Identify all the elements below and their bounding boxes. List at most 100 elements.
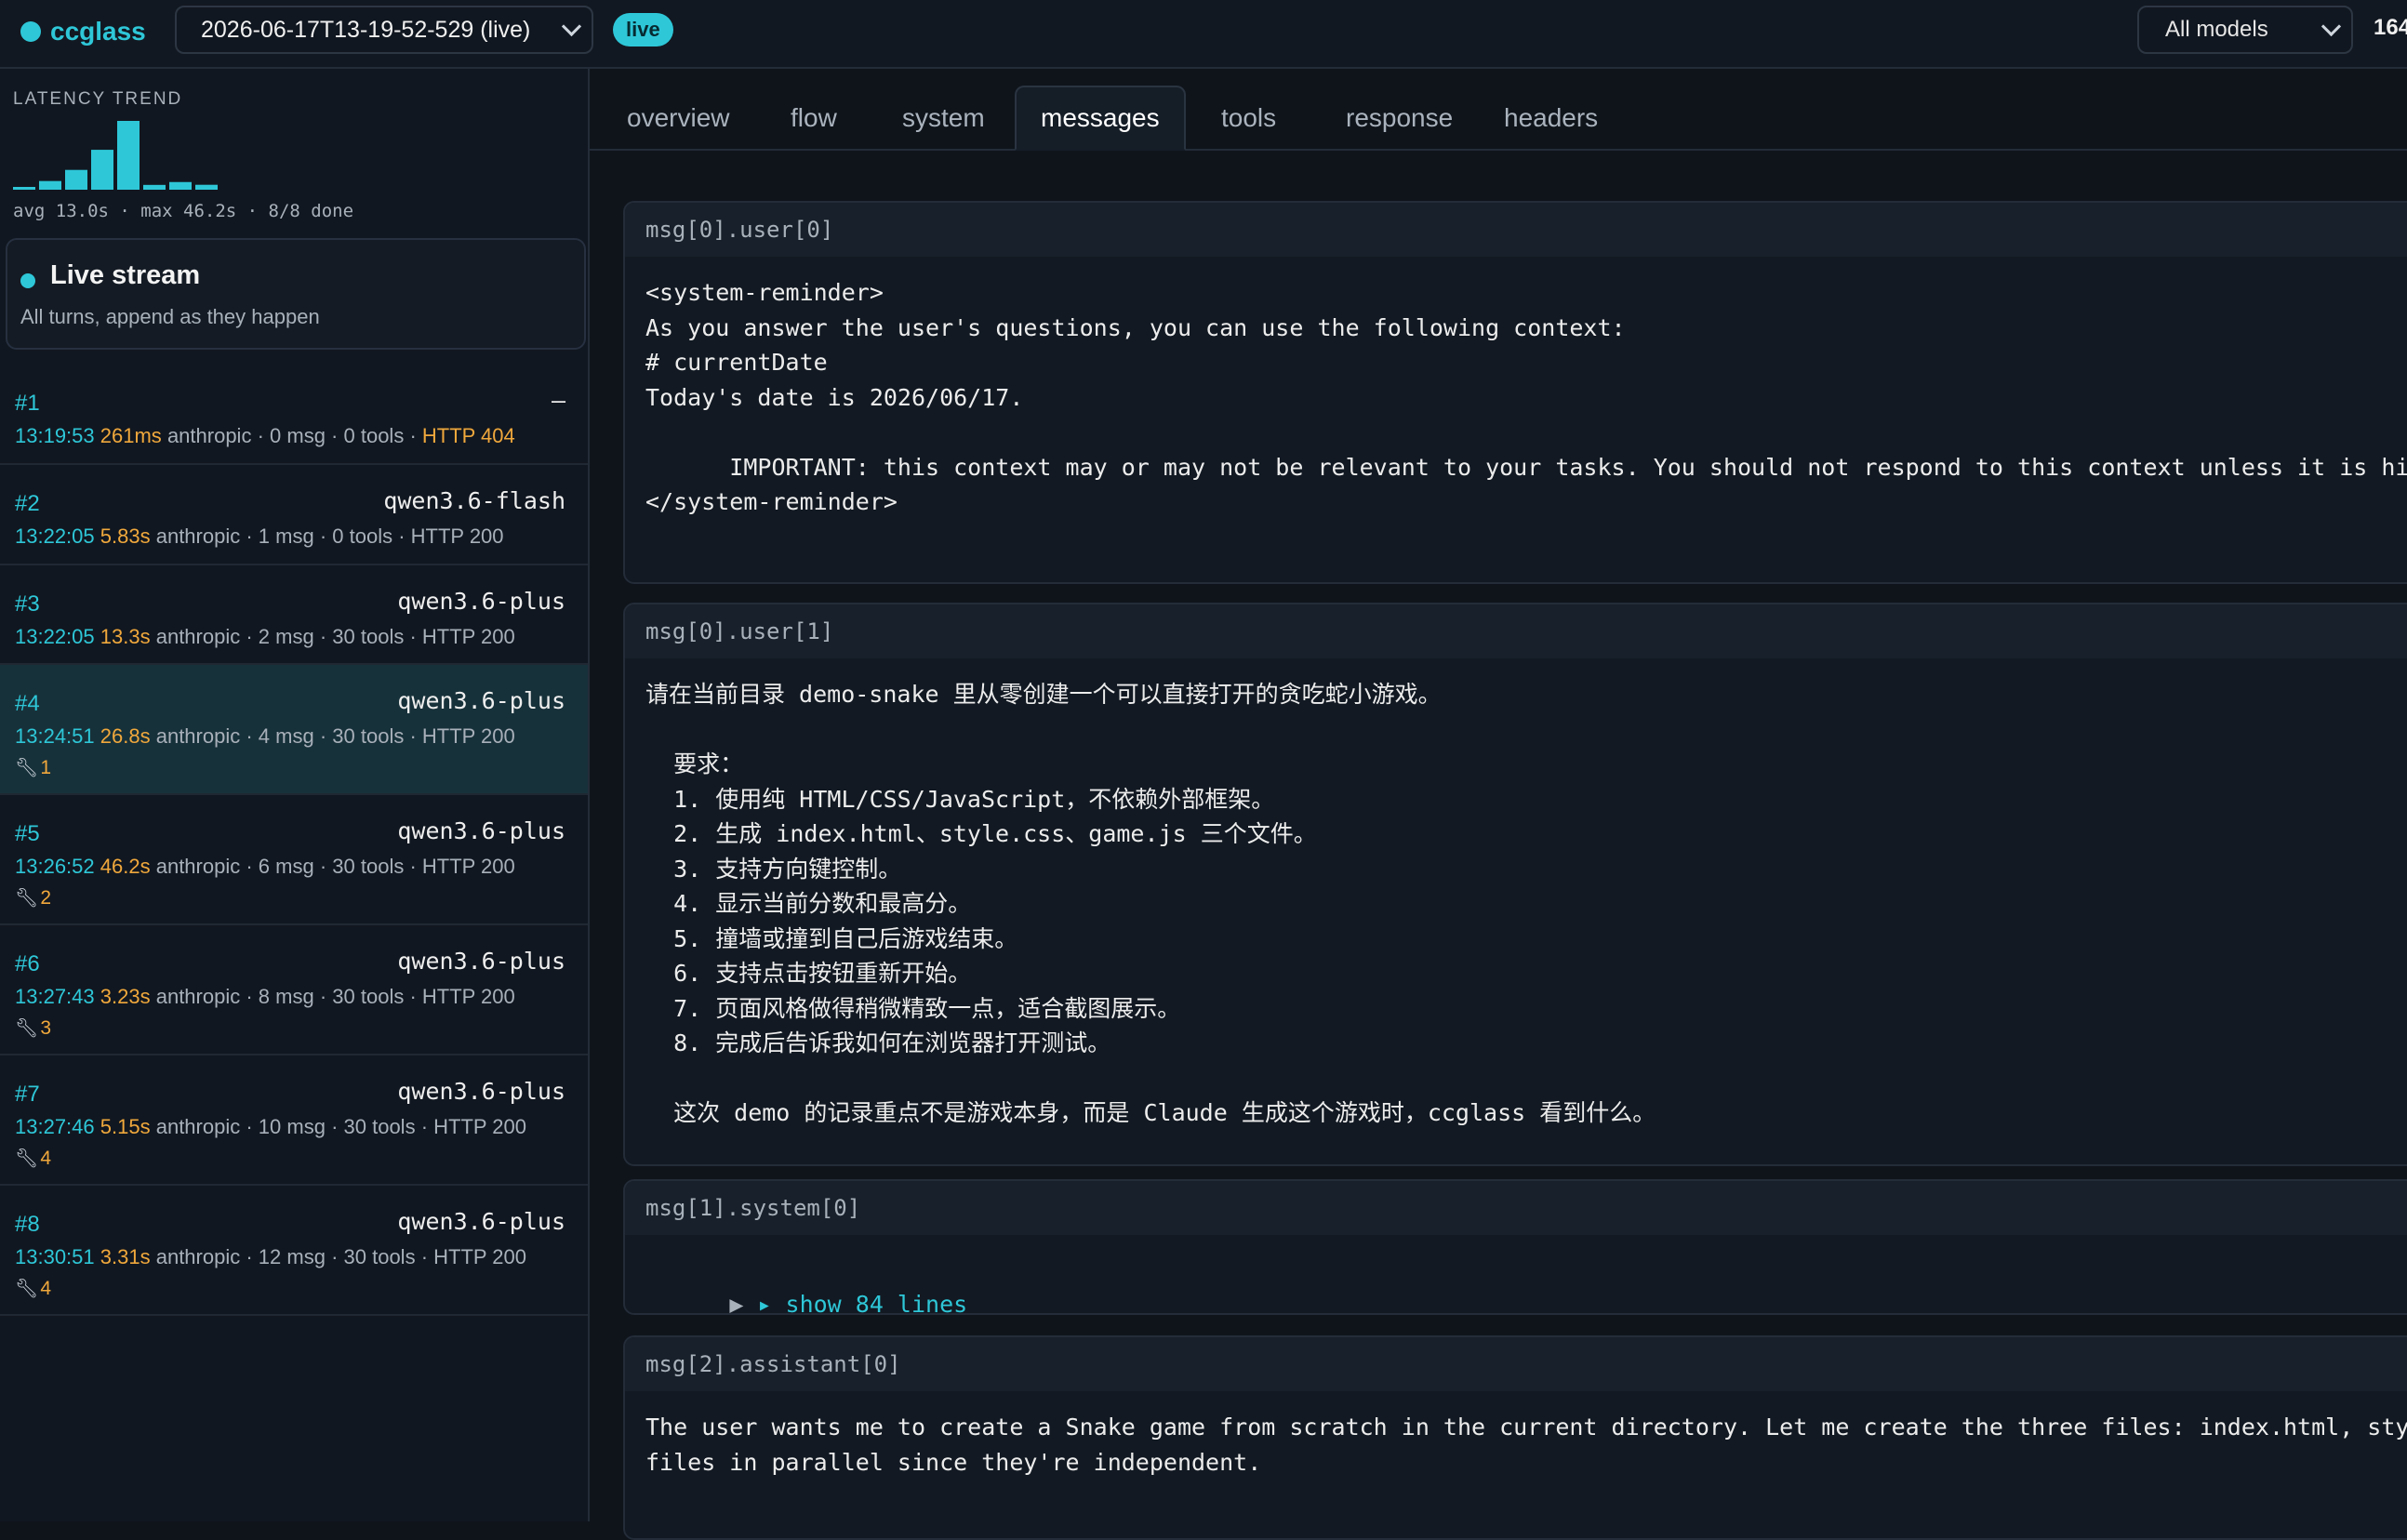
turn-model: qwen3.6-plus (397, 1208, 565, 1235)
latency-bar (169, 181, 192, 190)
turn-msg-count: 1 msg (258, 524, 314, 548)
turn-msg-count: 6 msg (258, 855, 314, 878)
turn-row-1[interactable]: #1 – 13:19:53 261ms anthropic · 0 msg · … (0, 365, 588, 465)
turn-http-status: HTTP 200 (433, 1115, 526, 1138)
turn-meta: 13:22:05 5.83s anthropic · 1 msg · 0 too… (15, 524, 504, 548)
tab-tools[interactable]: tools (1197, 86, 1300, 151)
turn-row-3[interactable]: #3 qwen3.6-plus 13:22:05 13.3s anthropic… (0, 565, 588, 665)
turn-time: 13:22:05 (15, 625, 95, 648)
turn-msg-count: 0 msg (270, 424, 326, 447)
turn-msg-count: 10 msg (258, 1115, 326, 1138)
model-filter-select[interactable]: All models (2137, 6, 2353, 54)
turn-tool-count: 0 tools (332, 524, 393, 548)
turn-meta: 13:30:51 3.31s anthropic · 12 msg · 30 t… (15, 1245, 526, 1268)
turn-tool-call-count: 3 (40, 1016, 52, 1039)
turn-msg-count: 2 msg (258, 625, 314, 648)
turn-time: 13:22:05 (15, 524, 95, 548)
turn-latency: 26.8s (100, 724, 151, 748)
session-select[interactable]: 2026-06-17T13-19-52-529 (live) (175, 6, 593, 54)
tab-system[interactable]: system (878, 86, 1009, 151)
message-collapsed[interactable]: ▶ ▸ show 84 lines (625, 1235, 2407, 1314)
wrench-icon: 🔧︎ (15, 1148, 39, 1169)
turn-time: 13:27:43 (15, 985, 95, 1008)
turn-http-status: HTTP 200 (421, 985, 515, 1008)
message-block: msg[1].system[0] ▶ ▸ show 84 lines (623, 1179, 2407, 1315)
tab-overview[interactable]: overview (603, 86, 753, 151)
turn-id: #6 (15, 951, 40, 976)
turn-model: qwen3.6-flash (383, 487, 565, 514)
latency-bar (65, 169, 87, 190)
latency-bar (13, 187, 35, 190)
turn-row-4[interactable]: #4 qwen3.6-plus 13:24:51 26.8s anthropic… (0, 665, 588, 795)
turn-tool-call-count: 2 (40, 886, 52, 909)
message-body: <system-reminder> As you answer the user… (645, 279, 2407, 515)
turn-provider: anthropic (155, 1245, 241, 1268)
turn-http-status: HTTP 404 (421, 424, 515, 447)
turn-tool-call-count: 4 (40, 1277, 52, 1299)
message-block: msg[0].user[1] 请在当前目录 demo-snake 里从零创建一个… (623, 603, 2407, 1166)
latency-trend-chart (13, 121, 218, 190)
latency-trend-title: LATENCY TREND (13, 89, 183, 109)
wrench-icon: 🔧︎ (15, 1018, 39, 1039)
tab-bar: overview flow system messages tools resp… (590, 69, 2407, 151)
turn-provider: anthropic (166, 424, 252, 447)
tab-headers[interactable]: headers (1480, 86, 1622, 151)
turn-row-6[interactable]: #6 qwen3.6-plus 13:27:43 3.23s anthropic… (0, 925, 588, 1055)
main-panel: overview flow system messages tools resp… (590, 69, 2407, 1540)
turn-row-7[interactable]: #7 qwen3.6-plus 13:27:46 5.15s anthropic… (0, 1055, 588, 1186)
turn-http-status: HTTP 200 (421, 855, 515, 878)
brand[interactable]: ccglass (20, 13, 146, 50)
message-block: msg[2].assistant[0] The user wants me to… (623, 1335, 2407, 1540)
turn-latency: 261ms (100, 424, 162, 447)
turn-model: qwen3.6-plus (397, 1078, 565, 1105)
turn-tool-calls: 🔧︎ 3 (15, 1016, 51, 1040)
turn-meta: 13:19:53 261ms anthropic · 0 msg · 0 too… (15, 424, 515, 447)
wrench-icon: 🔧︎ (15, 1279, 39, 1299)
latency-bar (143, 184, 166, 190)
turn-latency: 46.2s (100, 855, 151, 878)
turn-row-2[interactable]: #2 qwen3.6-flash 13:22:05 5.83s anthropi… (0, 465, 588, 565)
turn-meta: 13:27:43 3.23s anthropic · 8 msg · 30 to… (15, 985, 515, 1008)
show-lines-toggle[interactable]: ▸ show 84 lines (757, 1291, 967, 1314)
turn-id: #7 (15, 1082, 40, 1107)
wrench-icon: 🔧︎ (15, 758, 39, 778)
tab-response[interactable]: response (1322, 86, 1477, 151)
live-stream-subtitle: All turns, append as they happen (20, 305, 320, 328)
turn-tool-count: 0 tools (343, 424, 405, 447)
turn-latency: 3.23s (100, 985, 151, 1008)
message-label: msg[1].system[0] (625, 1181, 2407, 1235)
turn-model: qwen3.6-plus (397, 817, 565, 844)
turn-tool-count: 30 tools (332, 855, 405, 878)
turn-row-5[interactable]: #5 qwen3.6-plus 13:26:52 46.2s anthropic… (0, 795, 588, 925)
turn-tool-count: 30 tools (332, 985, 405, 1008)
turn-meta: 13:27:46 5.15s anthropic · 10 msg · 30 t… (15, 1115, 526, 1138)
turn-latency: 5.83s (100, 524, 151, 548)
message-body: 请在当前目录 demo-snake 里从零创建一个可以直接打开的贪吃蛇小游戏。 … (645, 681, 1656, 1126)
message-label: msg[0].user[1] (625, 604, 2407, 658)
turn-provider: anthropic (155, 524, 241, 548)
turn-msg-count: 12 msg (258, 1245, 326, 1268)
latency-bar (117, 121, 140, 190)
model-filter-value: All models (2165, 17, 2268, 42)
chevron-down-icon (561, 16, 582, 36)
turn-tool-call-count: 4 (40, 1147, 52, 1169)
turn-time: 13:19:53 (15, 424, 95, 447)
tab-flow[interactable]: flow (766, 86, 861, 151)
turn-tool-calls: 🔧︎ 2 (15, 886, 51, 909)
chevron-down-icon (2321, 16, 2342, 36)
tab-messages[interactable]: messages (1015, 86, 1186, 151)
turn-tool-calls: 🔧︎ 4 (15, 1277, 51, 1300)
turn-row-8[interactable]: #8 qwen3.6-plus 13:30:51 3.31s anthropic… (0, 1186, 588, 1316)
sidebar: LATENCY TREND avg 13.0s · max 46.2s · 8/… (0, 69, 590, 1521)
turn-model: qwen3.6-plus (397, 588, 565, 615)
turn-meta: 13:26:52 46.2s anthropic · 6 msg · 30 to… (15, 855, 515, 878)
turn-id: #5 (15, 821, 40, 846)
turn-http-status: HTTP 200 (421, 724, 515, 748)
live-stream-card[interactable]: Live stream All turns, append as they ha… (6, 238, 586, 350)
turn-provider: anthropic (155, 625, 241, 648)
session-select-value: 2026-06-17T13-19-52-529 (live) (201, 16, 531, 43)
turn-model: – (551, 387, 565, 414)
turn-http-status: HTTP 200 (433, 1245, 526, 1268)
turn-tool-count: 30 tools (343, 1245, 416, 1268)
message-body: The user wants me to create a Snake game… (645, 1414, 2407, 1476)
